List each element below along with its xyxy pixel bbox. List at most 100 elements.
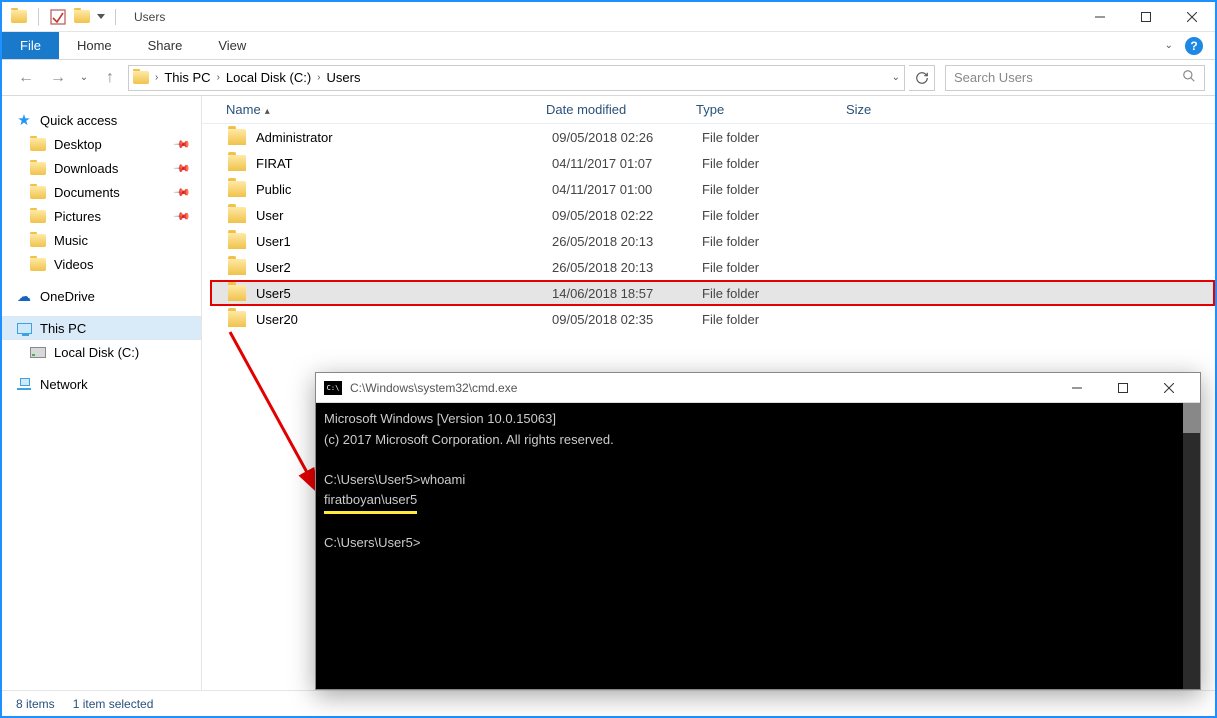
pin-icon: 📌 bbox=[173, 207, 192, 226]
file-tab[interactable]: File bbox=[2, 32, 59, 59]
cmd-close-button[interactable] bbox=[1146, 373, 1192, 403]
column-name[interactable]: Name▴ bbox=[226, 102, 546, 117]
cmd-maximize-button[interactable] bbox=[1100, 373, 1146, 403]
sidebar-network[interactable]: Network bbox=[2, 372, 201, 396]
tab-view[interactable]: View bbox=[200, 32, 264, 59]
cmd-line: (c) 2017 Microsoft Corporation. All righ… bbox=[324, 432, 614, 447]
sidebar-item-label: Downloads bbox=[54, 161, 118, 176]
folder-icon bbox=[228, 155, 246, 171]
row-date: 14/06/2018 18:57 bbox=[552, 286, 702, 301]
table-row[interactable]: User2009/05/2018 02:35File folder bbox=[210, 306, 1215, 332]
cmd-minimize-button[interactable] bbox=[1054, 373, 1100, 403]
sort-asc-icon: ▴ bbox=[265, 106, 270, 117]
row-type: File folder bbox=[702, 182, 852, 197]
quick-access-toolbar bbox=[2, 8, 128, 26]
table-row[interactable]: FIRAT04/11/2017 01:07File folder bbox=[210, 150, 1215, 176]
table-row[interactable]: User09/05/2018 02:22File folder bbox=[210, 202, 1215, 228]
sidebar-item-videos[interactable]: Videos bbox=[2, 252, 201, 276]
folder-icon bbox=[133, 70, 149, 86]
folder-icon bbox=[30, 160, 46, 176]
search-icon bbox=[1182, 69, 1196, 86]
row-name: User2 bbox=[256, 260, 552, 275]
chevron-right-icon[interactable]: › bbox=[151, 72, 162, 83]
row-date: 26/05/2018 20:13 bbox=[552, 260, 702, 275]
sidebar-this-pc[interactable]: This PC bbox=[2, 316, 201, 340]
cmd-command: whoami bbox=[420, 472, 465, 487]
maximize-button[interactable] bbox=[1123, 2, 1169, 32]
column-date[interactable]: Date modified bbox=[546, 102, 696, 117]
chevron-right-icon[interactable]: › bbox=[313, 72, 324, 83]
sidebar-item-label: OneDrive bbox=[40, 289, 95, 304]
row-name: User bbox=[256, 208, 552, 223]
chevron-right-icon[interactable]: › bbox=[213, 72, 224, 83]
row-date: 09/05/2018 02:35 bbox=[552, 312, 702, 327]
sidebar-item-desktop[interactable]: Desktop📌 bbox=[2, 132, 201, 156]
tab-share[interactable]: Share bbox=[130, 32, 201, 59]
refresh-button[interactable] bbox=[909, 65, 935, 91]
address-dropdown-icon[interactable]: ⌄ bbox=[892, 72, 900, 83]
address-bar[interactable]: › This PC › Local Disk (C:) › Users ⌄ bbox=[128, 65, 905, 91]
folder-icon bbox=[30, 136, 46, 152]
breadcrumb-item[interactable]: Users bbox=[327, 70, 361, 85]
sidebar-onedrive[interactable]: ☁OneDrive bbox=[2, 284, 201, 308]
sidebar-item-label: Videos bbox=[54, 257, 94, 272]
new-folder-icon[interactable] bbox=[73, 8, 91, 26]
separator bbox=[115, 9, 116, 25]
table-row[interactable]: User226/05/2018 20:13File folder bbox=[210, 254, 1215, 280]
table-row[interactable]: User126/05/2018 20:13File folder bbox=[210, 228, 1215, 254]
network-icon bbox=[16, 376, 32, 392]
column-headers: Name▴ Date modified Type Size bbox=[202, 96, 1215, 124]
pin-icon: 📌 bbox=[173, 159, 192, 178]
folder-icon bbox=[30, 208, 46, 224]
forward-button[interactable]: → bbox=[44, 64, 72, 92]
cmd-scrollbar[interactable] bbox=[1183, 403, 1200, 689]
table-row[interactable]: Administrator09/05/2018 02:26File folder bbox=[210, 124, 1215, 150]
sidebar-item-documents[interactable]: Documents📌 bbox=[2, 180, 201, 204]
sidebar-item-pictures[interactable]: Pictures 📌 bbox=[2, 204, 201, 228]
column-size[interactable]: Size bbox=[846, 102, 946, 117]
column-type[interactable]: Type bbox=[696, 102, 846, 117]
close-button[interactable] bbox=[1169, 2, 1215, 32]
row-name: User20 bbox=[256, 312, 552, 327]
properties-icon[interactable] bbox=[49, 8, 67, 26]
folder-icon bbox=[30, 256, 46, 272]
breadcrumb-item[interactable]: Local Disk (C:) bbox=[226, 70, 311, 85]
row-date: 04/11/2017 01:00 bbox=[552, 182, 702, 197]
sidebar-item-label: Music bbox=[54, 233, 88, 248]
up-button[interactable]: ↑ bbox=[96, 64, 124, 92]
breadcrumb-item[interactable]: This PC bbox=[164, 70, 210, 85]
row-name: User5 bbox=[256, 286, 552, 301]
row-type: File folder bbox=[702, 130, 852, 145]
sidebar-quick-access[interactable]: ★ Quick access bbox=[2, 108, 201, 132]
tab-home[interactable]: Home bbox=[59, 32, 130, 59]
folder-icon bbox=[228, 259, 246, 275]
help-icon[interactable]: ? bbox=[1185, 37, 1203, 55]
ribbon-expand-icon[interactable]: ⌄ bbox=[1165, 40, 1173, 51]
recent-dropdown-icon[interactable]: ⌄ bbox=[76, 64, 92, 92]
navigation-sidebar: ★ Quick access Desktop📌 Downloads 📌 Docum… bbox=[2, 96, 202, 690]
table-row[interactable]: User514/06/2018 18:57File folder bbox=[210, 280, 1215, 306]
separator bbox=[38, 8, 39, 26]
navigation-bar: ← → ⌄ ↑ › This PC › Local Disk (C:) › Us… bbox=[2, 60, 1215, 96]
cmd-output[interactable]: Microsoft Windows [Version 10.0.15063] (… bbox=[316, 403, 1200, 689]
sidebar-local-disk[interactable]: Local Disk (C:) bbox=[2, 340, 201, 364]
table-row[interactable]: Public04/11/2017 01:00File folder bbox=[210, 176, 1215, 202]
qat-dropdown-icon[interactable] bbox=[97, 14, 105, 19]
folder-icon bbox=[30, 232, 46, 248]
sidebar-item-label: Pictures bbox=[54, 209, 101, 224]
row-type: File folder bbox=[702, 234, 852, 249]
row-date: 09/05/2018 02:22 bbox=[552, 208, 702, 223]
folder-icon bbox=[228, 233, 246, 249]
monitor-icon bbox=[16, 320, 32, 336]
pin-icon: 📌 bbox=[173, 135, 192, 154]
back-button[interactable]: ← bbox=[12, 64, 40, 92]
sidebar-item-label: Quick access bbox=[40, 113, 117, 128]
cmd-scroll-thumb[interactable] bbox=[1183, 403, 1200, 433]
sidebar-item-downloads[interactable]: Downloads 📌 bbox=[2, 156, 201, 180]
row-type: File folder bbox=[702, 260, 852, 275]
minimize-button[interactable] bbox=[1077, 2, 1123, 32]
cmd-result-highlight: firatboyan\user5 bbox=[324, 490, 417, 514]
search-input[interactable]: Search Users bbox=[945, 65, 1205, 91]
sidebar-item-music[interactable]: Music bbox=[2, 228, 201, 252]
row-name: Public bbox=[256, 182, 552, 197]
